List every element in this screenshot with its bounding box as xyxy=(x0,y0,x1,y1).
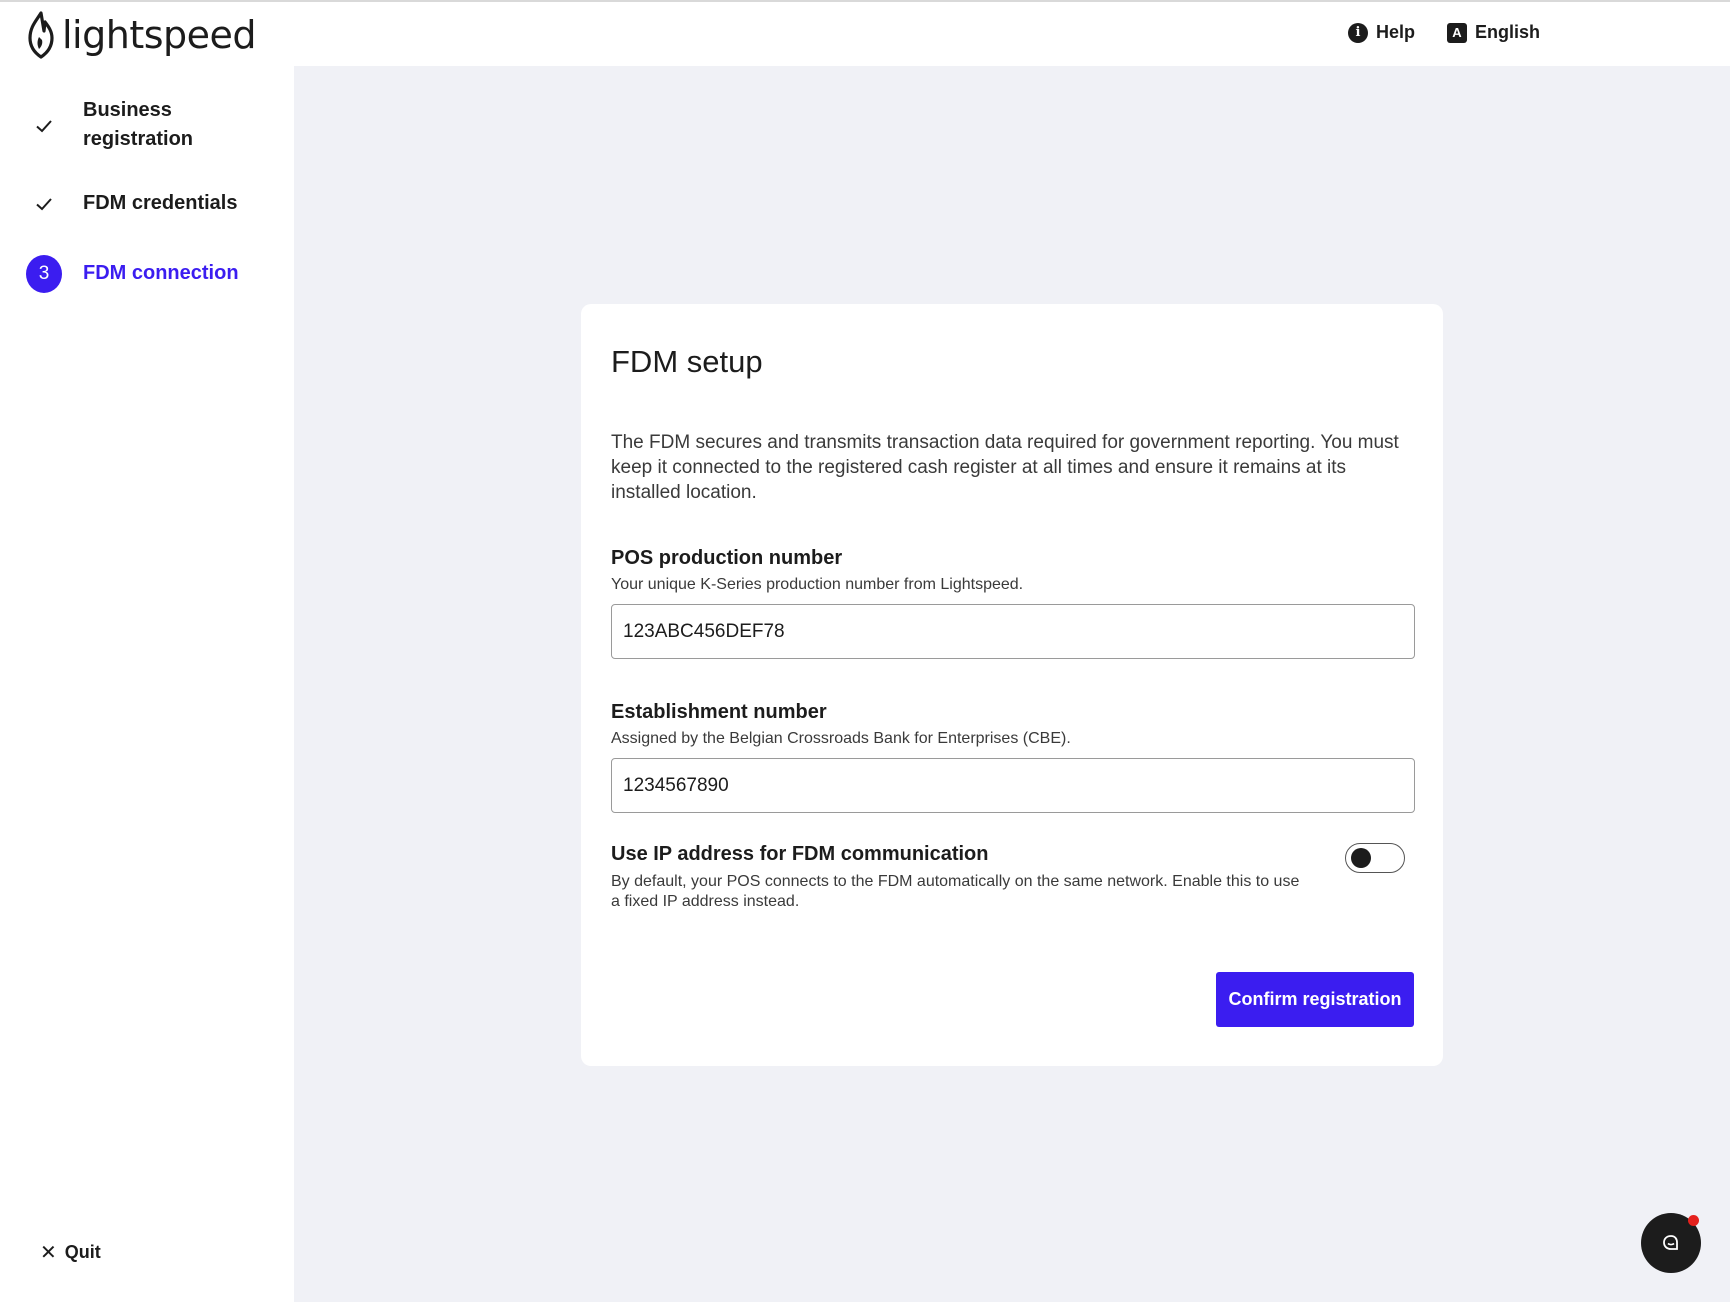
language-label: English xyxy=(1474,22,1540,42)
toggle-knob xyxy=(1351,848,1371,868)
step-marker xyxy=(26,186,62,222)
toggle-help-text: By default, your POS connects to the FDM… xyxy=(611,873,1300,910)
close-icon: ✕ xyxy=(40,1242,57,1264)
chat-bubble-icon xyxy=(1663,1235,1678,1250)
flame-logo-icon xyxy=(28,11,54,59)
lightspeed-logo[interactable]: lightspeed xyxy=(24,10,257,60)
card-description: The FDM secures and transmits transactio… xyxy=(611,432,1399,503)
step-business-registration[interactable]: Business registration xyxy=(0,96,294,156)
toggle-text: Use IP address for FDM communication By … xyxy=(611,843,1311,912)
pos-production-number-input[interactable] xyxy=(611,604,1415,659)
field-label: POS production number xyxy=(611,547,843,569)
field-label: Establishment number xyxy=(611,701,827,723)
field-help-text: Your unique K-Series production number f… xyxy=(611,576,1024,593)
establishment-number-input[interactable] xyxy=(611,758,1415,813)
step-marker: 3 xyxy=(26,255,62,293)
step-label: FDM credentials xyxy=(83,192,238,214)
header: lightspeed i Help A English xyxy=(0,2,1730,66)
pos-production-number-field: POS production number Your unique K-Seri… xyxy=(611,547,1415,659)
checkmark-icon xyxy=(36,120,52,133)
step-fdm-connection[interactable]: 3 FDM connection xyxy=(0,254,294,294)
header-actions: i Help A English xyxy=(1347,22,1540,43)
info-icon: i xyxy=(1347,22,1368,43)
checkmark-icon xyxy=(36,198,52,211)
step-label: FDM connection xyxy=(83,262,239,284)
field-help-text: Assigned by the Belgian Crossroads Bank … xyxy=(611,730,1071,747)
chat-launcher-button[interactable] xyxy=(1641,1213,1701,1273)
sidebar-stepper: Business registration FDM credentials 3 … xyxy=(0,66,294,1302)
fdm-setup-card: FDM setup The FDM secures and transmits … xyxy=(581,304,1443,1066)
step-label: Business registration xyxy=(83,99,194,150)
ip-address-toggle[interactable] xyxy=(1345,843,1405,873)
confirm-registration-button[interactable]: Confirm registration xyxy=(1216,972,1414,1027)
main-content: FDM setup The FDM secures and transmits … xyxy=(294,66,1730,1302)
ip-address-toggle-row: Use IP address for FDM communication By … xyxy=(611,843,1415,912)
step-marker xyxy=(26,108,62,144)
language-selector[interactable]: A English xyxy=(1446,22,1540,43)
toggle-label: Use IP address for FDM communication xyxy=(611,843,989,865)
quit-button[interactable]: ✕ Quit xyxy=(40,1240,101,1265)
establishment-number-field: Establishment number Assigned by the Bel… xyxy=(611,701,1415,813)
page-title: FDM setup xyxy=(611,344,763,379)
help-link[interactable]: i Help xyxy=(1347,22,1415,43)
step-fdm-credentials[interactable]: FDM credentials xyxy=(0,189,294,219)
step-number-badge: 3 xyxy=(26,255,62,293)
brand-name: lightspeed xyxy=(62,13,257,57)
quit-label: Quit xyxy=(64,1242,101,1262)
help-label: Help xyxy=(1375,22,1415,42)
language-icon: A xyxy=(1446,22,1467,43)
notification-dot xyxy=(1688,1215,1699,1226)
